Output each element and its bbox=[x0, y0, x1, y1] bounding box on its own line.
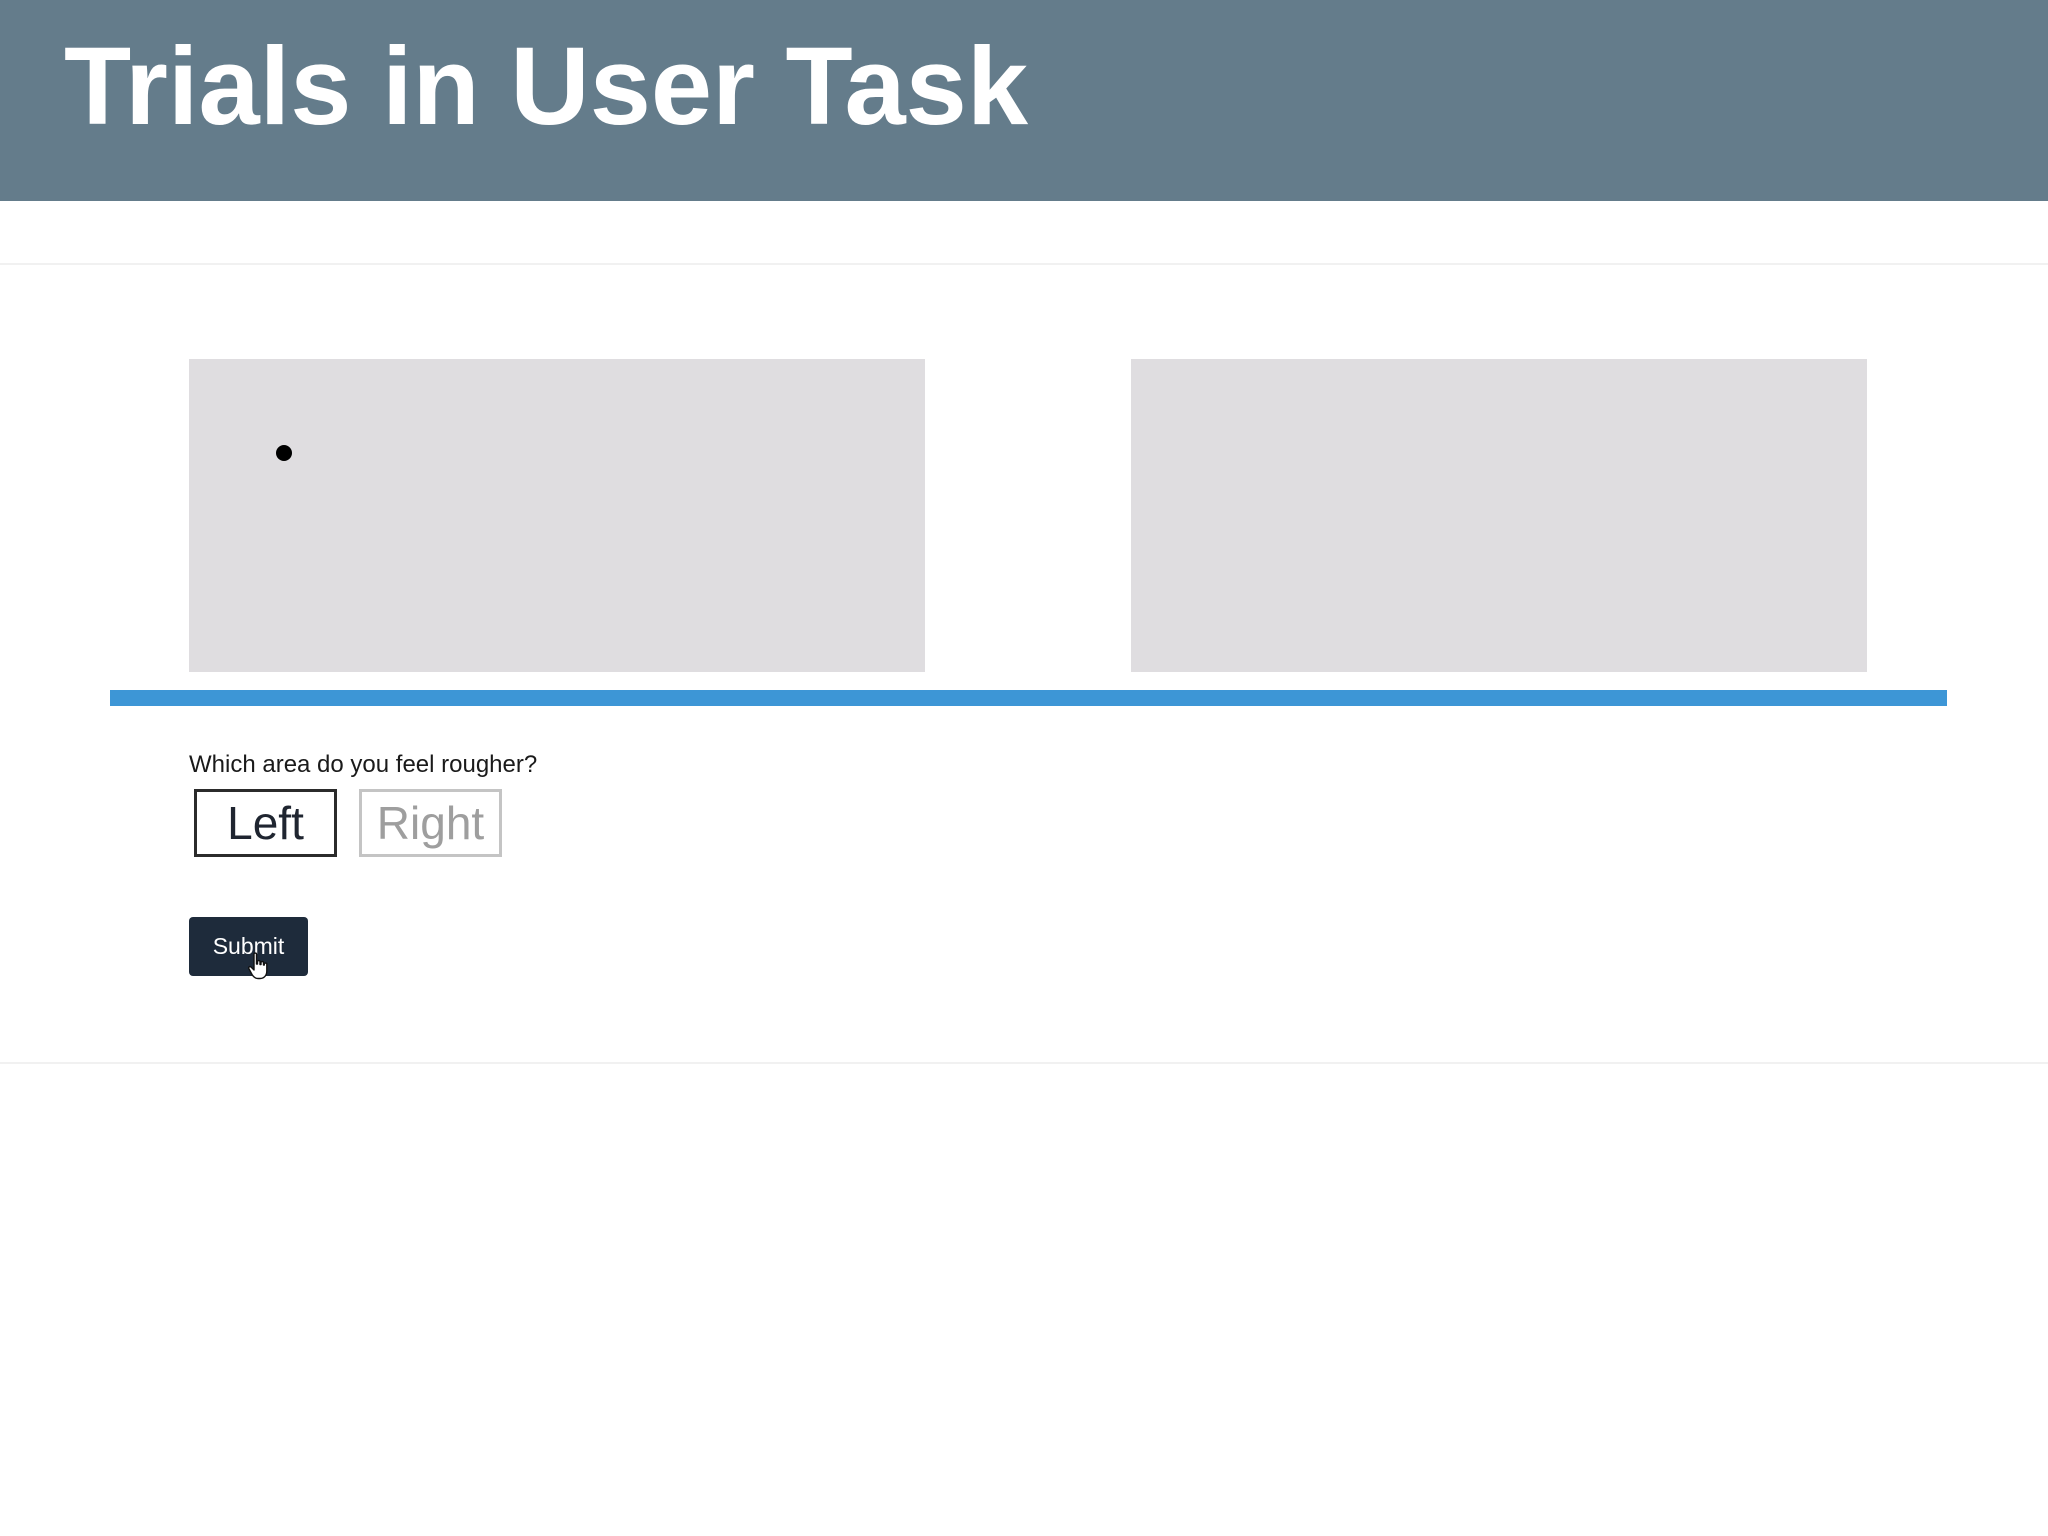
choice-left-button[interactable]: Left bbox=[194, 789, 337, 857]
page-title: Trials in User Task bbox=[64, 25, 1029, 148]
bottom-divider bbox=[0, 1062, 2048, 1064]
right-texture-area[interactable] bbox=[1131, 359, 1867, 672]
question-prompt: Which area do you feel rougher? bbox=[189, 751, 538, 778]
stimulus-dot-icon bbox=[276, 445, 292, 461]
header-banner: Trials in User Task bbox=[0, 0, 2048, 201]
choice-right-button[interactable]: Right bbox=[359, 789, 502, 857]
top-divider bbox=[0, 263, 2048, 265]
left-texture-area[interactable] bbox=[189, 359, 925, 672]
progress-bar bbox=[110, 690, 1947, 706]
hand-pointer-icon bbox=[247, 952, 268, 980]
